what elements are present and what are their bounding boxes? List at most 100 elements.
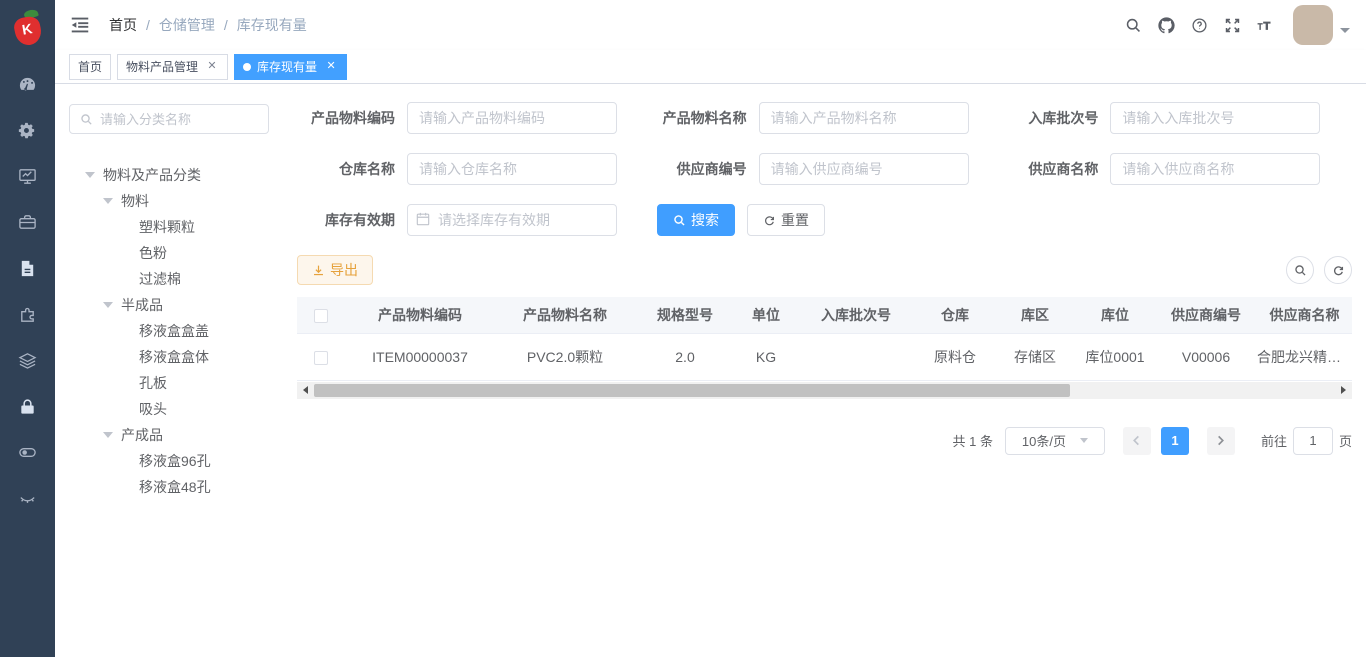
navbar: 首页 / 仓储管理 / 库存现有量 T (55, 0, 1366, 50)
sidebar-item-lock[interactable] (0, 385, 55, 431)
page-size-select[interactable]: 10条/页 (1005, 427, 1105, 455)
reset-button[interactable]: 重置 (747, 204, 825, 236)
tree-node-label: 孔板 (139, 373, 167, 393)
header-search-icon[interactable] (1120, 12, 1146, 38)
col-header: 规格型号 (635, 297, 735, 333)
cell-batch (797, 333, 915, 380)
product-name-input[interactable] (759, 102, 969, 134)
caret-down-icon[interactable] (103, 302, 113, 308)
breadcrumb: 首页 / 仓储管理 / 库存现有量 (109, 15, 307, 35)
table-row[interactable]: ITEM00000037 PVC2.0颗粒 2.0 KG 原料仓 存储区 库位0… (297, 333, 1352, 380)
page-size-value: 10条/页 (1022, 431, 1066, 450)
avatar[interactable] (1293, 5, 1333, 45)
tree-node[interactable]: 色粉 (69, 240, 275, 266)
tree-node-label: 吸头 (139, 399, 167, 419)
tree-node[interactable]: 移液盒盒体 (69, 344, 275, 370)
sidebar-item-plugin[interactable] (0, 293, 55, 339)
supplier-name-input[interactable] (1110, 153, 1320, 185)
refresh-table-button[interactable] (1324, 256, 1352, 284)
scroll-left-button[interactable] (297, 382, 314, 399)
tab-home[interactable]: 首页 (69, 54, 111, 80)
app-logo[interactable]: K (0, 0, 55, 55)
sidebar-item-theme[interactable] (0, 477, 55, 523)
select-all-checkbox[interactable] (314, 309, 328, 323)
strawberry-logo-icon: K (11, 9, 45, 47)
tab-inventory-onhand[interactable]: 库存现有量 ✕ (234, 54, 347, 80)
scrollbar-track[interactable] (314, 382, 1335, 399)
search-button[interactable]: 搜索 (657, 204, 735, 236)
font-size-icon[interactable]: TT (1252, 12, 1278, 38)
goto-label: 前往 (1261, 431, 1287, 450)
app-root: K (0, 0, 1366, 657)
category-tree: 物料及产品分类 物料 塑料颗粒 色粉 过滤棉 半成品 移液盒盒盖 移液盒盒体 孔… (69, 162, 275, 500)
toggle-search-button[interactable] (1286, 256, 1314, 284)
scrollbar-thumb[interactable] (314, 384, 1070, 397)
caret-down-icon[interactable] (103, 432, 113, 438)
warehouse-name-input[interactable] (407, 153, 617, 185)
tree-node[interactable]: 半成品 (69, 292, 275, 318)
inbound-batch-input[interactable] (1110, 102, 1320, 134)
goto-page-input[interactable] (1293, 427, 1333, 455)
sidebar-item-briefcase[interactable] (0, 201, 55, 247)
tree-node[interactable]: 物料及产品分类 (69, 162, 275, 188)
tree-node[interactable]: 吸头 (69, 396, 275, 422)
page-number-1[interactable]: 1 (1161, 427, 1189, 455)
caret-down-icon[interactable] (103, 198, 113, 204)
sidebar-item-monitor[interactable] (0, 155, 55, 201)
sidebar-item-dashboard[interactable] (0, 63, 55, 109)
table-header-row: 产品物料编码 产品物料名称 规格型号 单位 入库批次号 仓库 库区 库位 供应商… (297, 297, 1352, 333)
close-icon[interactable]: ✕ (324, 60, 338, 74)
col-header: 产品物料名称 (495, 297, 635, 333)
close-icon[interactable]: ✕ (205, 60, 219, 74)
prev-page-button[interactable] (1123, 427, 1151, 455)
col-header: 仓库 (915, 297, 995, 333)
validity-date-input[interactable] (407, 204, 617, 236)
monitor-chart-icon (18, 167, 37, 189)
sidebar-item-layers[interactable] (0, 339, 55, 385)
breadcrumb-home[interactable]: 首页 (109, 15, 137, 35)
tree-node-label: 过滤棉 (139, 269, 181, 289)
tab-label: 库存现有量 (257, 58, 317, 75)
tab-material-product[interactable]: 物料产品管理 ✕ (117, 54, 228, 80)
sidebar-item-document[interactable] (0, 247, 55, 293)
sidebar-item-settings[interactable] (0, 109, 55, 155)
refresh-icon (763, 214, 776, 227)
export-button-label: 导出 (330, 260, 358, 280)
user-menu[interactable] (1293, 5, 1350, 45)
tree-node[interactable]: 移液盒盒盖 (69, 318, 275, 344)
tree-node[interactable]: 产成品 (69, 422, 275, 448)
category-search-box[interactable] (69, 104, 269, 134)
github-icon[interactable] (1153, 12, 1179, 38)
caret-down-icon[interactable] (85, 172, 95, 178)
category-search-input[interactable] (100, 112, 250, 127)
question-icon[interactable] (1186, 12, 1212, 38)
row-checkbox[interactable] (314, 351, 328, 365)
col-header: 库区 (995, 297, 1075, 333)
product-code-input[interactable] (407, 102, 617, 134)
supplier-code-input[interactable] (759, 153, 969, 185)
tree-node[interactable]: 物料 (69, 188, 275, 214)
field-label: 供应商名称 (1000, 159, 1098, 179)
lock-icon (18, 397, 37, 419)
tree-node[interactable]: 孔板 (69, 370, 275, 396)
fullscreen-icon[interactable] (1219, 12, 1245, 38)
svg-text:T: T (1263, 20, 1270, 32)
next-page-button[interactable] (1207, 427, 1235, 455)
caret-down-icon (1340, 28, 1350, 33)
sidebar-fold-icon[interactable] (69, 14, 91, 36)
horizontal-scrollbar[interactable] (297, 382, 1352, 399)
col-header: 库位 (1075, 297, 1155, 333)
tree-node-label: 色粉 (139, 243, 167, 263)
inventory-table: 产品物料编码 产品物料名称 规格型号 单位 入库批次号 仓库 库区 库位 供应商… (297, 297, 1352, 381)
tree-node[interactable]: 移液盒48孔 (69, 474, 275, 500)
tree-node[interactable]: 移液盒96孔 (69, 448, 275, 474)
sidebar-item-toggle[interactable] (0, 431, 55, 477)
field-label: 库存有效期 (297, 210, 395, 230)
layers-icon (18, 351, 37, 373)
search-button-label: 搜索 (691, 210, 719, 230)
scroll-right-button[interactable] (1335, 382, 1352, 399)
tree-node[interactable]: 过滤棉 (69, 266, 275, 292)
eye-closed-icon (18, 489, 37, 511)
export-button[interactable]: 导出 (297, 255, 373, 285)
tree-node[interactable]: 塑料颗粒 (69, 214, 275, 240)
